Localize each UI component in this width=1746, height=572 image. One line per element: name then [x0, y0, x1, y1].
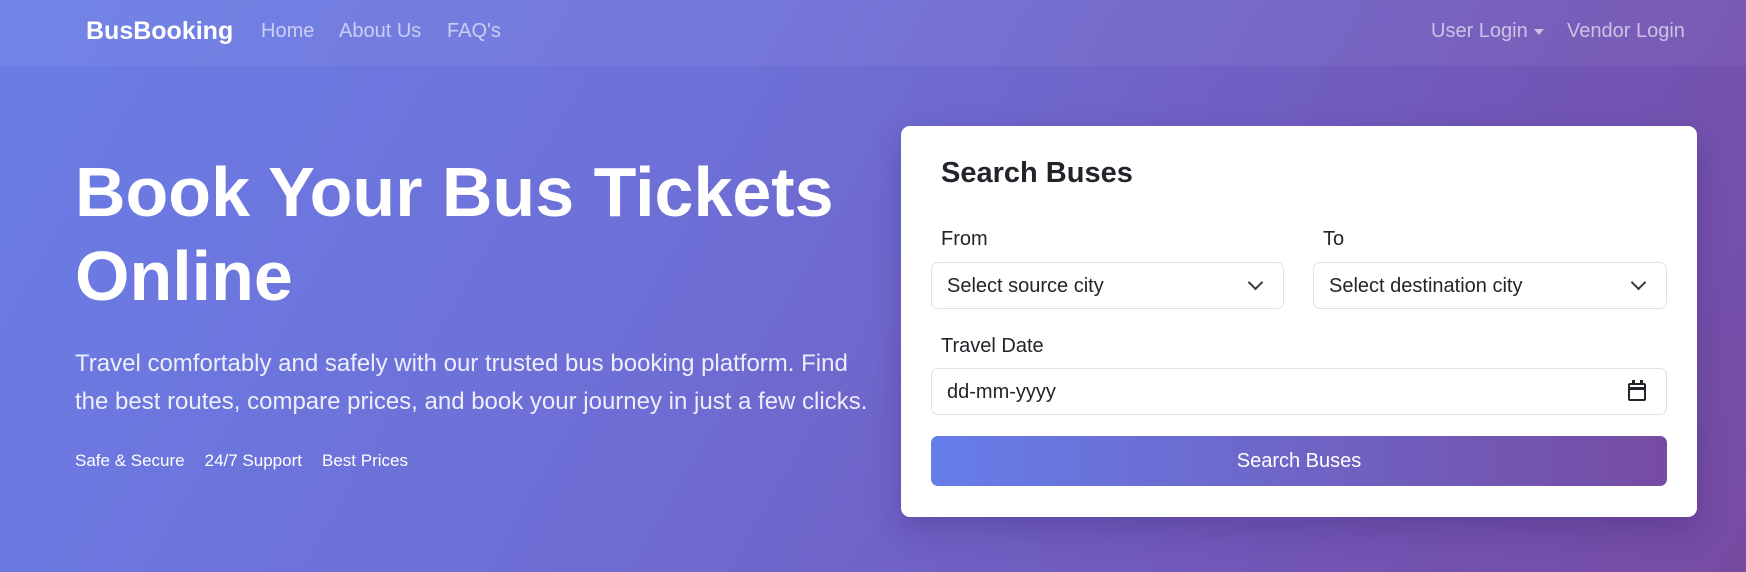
feature-list: Safe & Secure 24/7 Support Best Prices	[75, 451, 408, 471]
hero-title: Book Your Bus Tickets Online	[75, 153, 834, 315]
from-select-value: Select source city	[947, 275, 1104, 297]
travel-date-input[interactable]: dd-mm-yyyy	[931, 368, 1667, 415]
to-label: To	[1323, 228, 1345, 250]
navbar: BusBooking Home About Us FAQ's User Logi…	[0, 0, 1746, 66]
feature-best-prices: Best Prices	[321, 451, 408, 470]
travel-date-value: dd-mm-yyyy	[947, 381, 1056, 403]
vendor-login-link[interactable]: Vendor Login	[1567, 20, 1685, 43]
nav-faqs[interactable]: FAQ's	[447, 20, 501, 43]
user-login-dropdown[interactable]: User Login	[1431, 20, 1544, 43]
to-select-value: Select destination city	[1329, 275, 1523, 297]
to-select[interactable]: Select destination city	[1313, 262, 1667, 309]
search-card: Search Buses From Select source city To …	[901, 126, 1697, 517]
calendar-icon[interactable]	[1628, 380, 1646, 401]
feature-safe-secure: Safe & Secure	[75, 451, 185, 470]
from-label: From	[941, 228, 988, 250]
feature-support: 24/7 Support	[204, 451, 302, 470]
search-card-title: Search Buses	[941, 157, 1133, 189]
travel-date-label: Travel Date	[941, 335, 1044, 357]
chevron-down-icon	[1247, 274, 1264, 291]
nav-home[interactable]: Home	[261, 20, 314, 43]
search-buses-button[interactable]: Search Buses	[931, 436, 1667, 486]
brand-logo[interactable]: BusBooking	[86, 17, 233, 46]
from-select[interactable]: Select source city	[931, 262, 1284, 309]
user-login-label: User Login	[1431, 20, 1528, 42]
nav-about-us[interactable]: About Us	[339, 20, 421, 43]
chevron-down-icon	[1630, 274, 1647, 291]
caret-down-icon	[1533, 28, 1544, 35]
hero-description: Travel comfortably and safely with our t…	[75, 350, 868, 415]
